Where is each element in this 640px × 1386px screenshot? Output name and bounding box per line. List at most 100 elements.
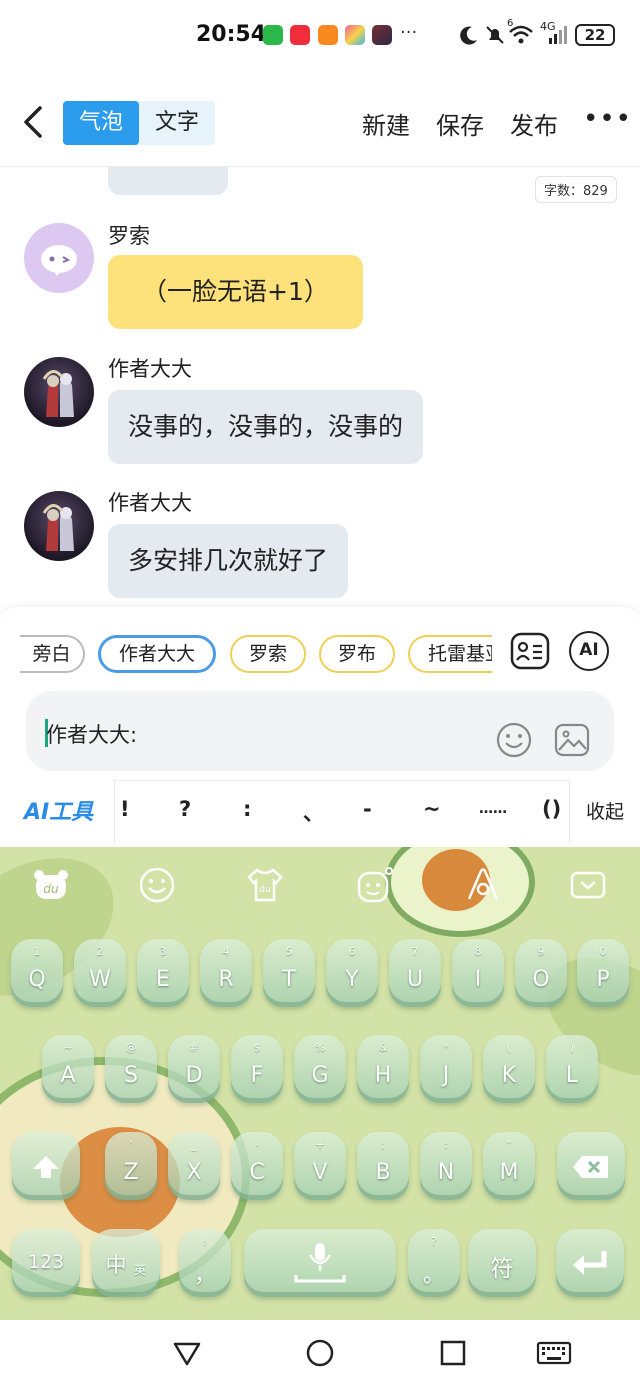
mode-toggle: 气泡 文字 <box>63 101 215 145</box>
role-chip-tuoleijiya[interactable]: 托雷基亚 <box>408 635 492 673</box>
key-h[interactable]: & H <box>357 1035 409 1103</box>
hide-keyboard-icon[interactable] <box>568 865 608 905</box>
role-chip-narration[interactable]: 旁白 <box>20 635 85 673</box>
emoji-face-icon[interactable] <box>137 865 177 905</box>
battery-indicator: 22 <box>575 24 615 46</box>
emoji-icon[interactable] <box>495 721 533 759</box>
key-u[interactable]: 7U <box>389 939 441 1007</box>
punct-colon[interactable]: : <box>243 797 251 821</box>
sticker-face-icon[interactable] <box>355 865 395 905</box>
role-chip-luosuo[interactable]: 罗索 <box>230 635 306 673</box>
punct-parentheses[interactable]: () <box>542 797 561 821</box>
save-button[interactable]: 保存 <box>436 106 484 141</box>
skin-shirt-icon[interactable]: du <box>245 865 285 905</box>
bubble-mode-tab[interactable]: 气泡 <box>63 101 139 145</box>
backspace-key[interactable] <box>557 1132 625 1200</box>
punct-question[interactable]: ? <box>179 797 191 821</box>
enter-key[interactable] <box>556 1229 624 1297</box>
partial-message-bubble <box>108 167 228 195</box>
smart-ai-icon[interactable] <box>463 865 503 905</box>
wechat-icon <box>263 25 283 45</box>
key-n[interactable]: :N <box>420 1132 472 1200</box>
role-chip-luobu[interactable]: 罗布 <box>319 635 395 673</box>
hero-figures-icon <box>42 504 74 551</box>
key-y[interactable]: 6Y <box>326 939 378 1007</box>
status-time: 20:54 <box>196 22 267 47</box>
key-c[interactable]: -C <box>231 1132 283 1200</box>
key-t[interactable]: 5T <box>263 939 315 1007</box>
key-b[interactable]: ; B <box>357 1132 409 1200</box>
collapse-button[interactable]: 收起 <box>586 797 624 824</box>
role-chip-author[interactable]: 作者大大 <box>98 635 216 673</box>
new-button[interactable]: 新建 <box>362 106 410 141</box>
ai-assistant-icon[interactable]: AI <box>569 631 609 671</box>
home-circle-icon[interactable] <box>305 1338 335 1368</box>
enter-arrow-icon <box>573 1251 607 1275</box>
key-k[interactable]: (K <box>483 1035 535 1103</box>
sender-name: 作者大大 <box>108 491 192 515</box>
key-i[interactable]: 8I <box>452 939 504 1007</box>
key-w[interactable]: 2W <box>74 939 126 1007</box>
key-o[interactable]: 9O <box>515 939 567 1007</box>
message-bubble[interactable]: 没事的，没事的，没事的 <box>108 390 424 464</box>
key-j[interactable]: * J <box>420 1035 472 1103</box>
back-triangle-icon[interactable] <box>172 1338 202 1368</box>
key-x[interactable]: _ X <box>168 1132 220 1200</box>
key-p[interactable]: 0P <box>577 939 629 1007</box>
xiaohongshu-icon <box>290 25 310 45</box>
recents-square-icon[interactable] <box>438 1338 468 1368</box>
microphone-icon <box>294 1243 346 1283</box>
message-bubble[interactable]: 多安排几次就好了 <box>108 524 349 598</box>
text-mode-tab[interactable]: 文字 <box>139 101 215 145</box>
bear-logo-icon[interactable]: du <box>31 865 71 905</box>
key-g[interactable]: % G <box>294 1035 346 1103</box>
punct-ellipsis[interactable]: …… <box>479 801 507 817</box>
keyboard-switch-icon[interactable] <box>536 1338 572 1368</box>
key-m[interactable]: " M <box>483 1132 535 1200</box>
numbers-key[interactable]: 123 <box>12 1229 80 1297</box>
punct-dash[interactable]: - <box>363 797 372 821</box>
more-menu-button[interactable]: ••• <box>583 104 632 134</box>
back-arrow-icon[interactable] <box>18 102 48 142</box>
hero-figures-icon <box>42 370 74 417</box>
key-a[interactable]: ~ A <box>42 1035 94 1103</box>
space-key[interactable] <box>244 1229 396 1297</box>
period-key[interactable]: ?。 <box>408 1229 460 1297</box>
network-6-label: 6 <box>507 18 514 29</box>
system-nav-bar <box>0 1320 640 1386</box>
shift-key[interactable] <box>12 1132 80 1200</box>
avatar-author[interactable] <box>24 357 94 427</box>
avatar-author[interactable] <box>24 491 94 561</box>
contact-card-icon[interactable] <box>510 631 550 671</box>
message-input[interactable]: 作者大大: <box>26 691 614 771</box>
robot-face-icon <box>41 245 77 276</box>
sender-name: 罗索 <box>108 224 150 248</box>
comma-key[interactable]: !， <box>179 1229 231 1297</box>
key-f[interactable]: $ F <box>231 1035 283 1103</box>
key-d[interactable]: # D <box>168 1035 220 1103</box>
keyboard: du du 1Q 2W 3E 4R 5T 6Y 7U 8I 9O 0P ~ A @… <box>0 847 640 1320</box>
symbols-key[interactable]: 符 <box>468 1229 536 1297</box>
header: 气泡 文字 新建 保存 发布 ••• <box>0 96 640 152</box>
punct-tilde[interactable]: ~ <box>423 797 441 821</box>
image-icon[interactable] <box>553 721 591 759</box>
key-s[interactable]: @ S <box>105 1035 157 1103</box>
key-e[interactable]: 3E <box>137 939 189 1007</box>
key-l[interactable]: ) L <box>546 1035 598 1103</box>
key-r[interactable]: 4R <box>200 939 252 1007</box>
status-bar: 20:54 ··· 6 4G 22 <box>0 0 640 70</box>
avatar-luosuo[interactable] <box>24 223 94 293</box>
mute-bell-icon <box>486 26 504 44</box>
key-q[interactable]: 1Q <box>11 939 63 1007</box>
punct-exclaim[interactable]: ! <box>120 797 130 821</box>
ai-tool-button[interactable]: AI工具 <box>24 794 93 826</box>
key-v[interactable]: + V <box>294 1132 346 1200</box>
message-bubble[interactable]: （一脸无语+1） <box>108 255 363 329</box>
shift-arrow-icon <box>33 1156 59 1178</box>
language-switch-key[interactable]: 中 英 <box>92 1229 160 1297</box>
key-z[interactable]: ' Z <box>105 1132 157 1200</box>
svg-text:du: du <box>43 882 59 896</box>
publish-button[interactable]: 发布 <box>510 106 558 141</box>
punct-comma-ideographic[interactable]: 、 <box>303 797 324 827</box>
chat-area[interactable]: 字数：829 罗索 （一脸无语+1） 作者大大 没事的，没事的，没事的 作者大大… <box>0 167 640 607</box>
